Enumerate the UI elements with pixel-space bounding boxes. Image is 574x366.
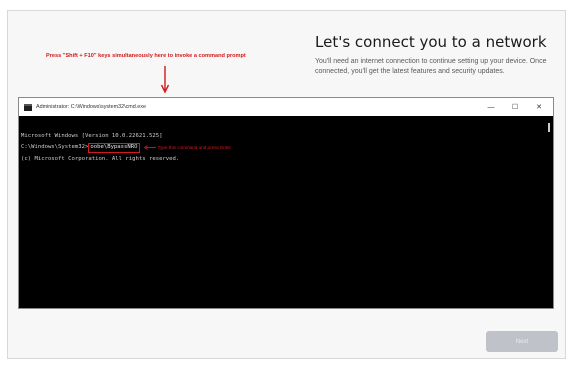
cmd-titlebar[interactable]: Administrator: C:\Windows\system32\cmd.e… <box>19 98 553 116</box>
left-arrow-icon <box>143 145 156 151</box>
console-line-copyright: (c) Microsoft Corporation. All rights re… <box>21 155 180 162</box>
minimize-button[interactable]: — <box>479 98 503 116</box>
close-button[interactable]: ✕ <box>527 98 551 116</box>
next-button[interactable]: Next <box>486 331 558 352</box>
console-prompt-line: C:\Windows\System32> oobe\BypassNRO Type… <box>21 143 231 153</box>
scrollbar-thumb[interactable] <box>548 123 550 132</box>
console-line-version: Microsoft Windows [Version 10.0.22621.52… <box>21 133 163 140</box>
maximize-button[interactable]: ☐ <box>503 98 527 116</box>
type-note-annotation: Type this command and press Enter <box>143 144 232 152</box>
typed-command: oobe\BypassNRO <box>88 143 140 153</box>
cmd-window-title: Administrator: C:\Windows\system32\cmd.e… <box>36 104 146 110</box>
down-arrow-icon <box>160 66 170 94</box>
console-output[interactable]: Microsoft Windows [Version 10.0.22621.52… <box>21 118 543 306</box>
command-prompt-window[interactable]: Administrator: C:\Windows\system32\cmd.e… <box>18 97 554 309</box>
page-description: You'll need an internet connection to co… <box>315 58 547 75</box>
instruction-annotation: Press "Shift + F10" keys simultaneously … <box>46 53 246 59</box>
page-title: Let's connect you to a network <box>315 33 547 51</box>
console-prompt: C:\Windows\System32> <box>21 144 89 150</box>
type-note-text: Type this command and press Enter <box>157 145 232 150</box>
cmd-app-icon <box>24 103 32 111</box>
